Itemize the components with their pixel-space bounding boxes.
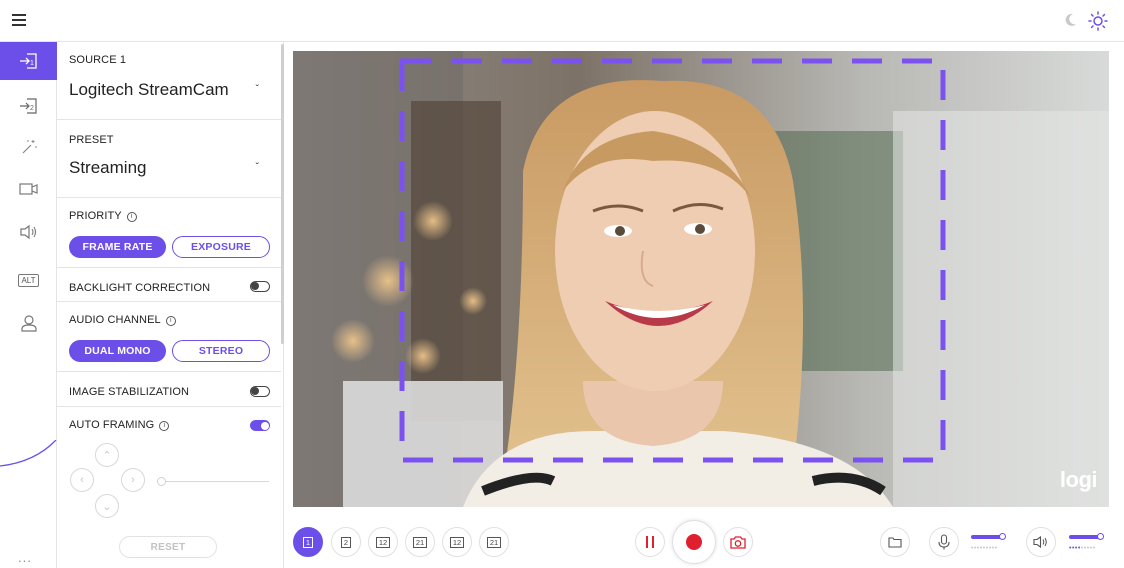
layout-glyph: 21 bbox=[412, 536, 428, 548]
microphone-button[interactable] bbox=[929, 527, 959, 557]
mic-volume-handle[interactable] bbox=[999, 533, 1006, 540]
speaker-level-meter: ••••••••• bbox=[1069, 545, 1096, 552]
priority-label: PRIORITY i bbox=[69, 210, 137, 222]
speaker-icon bbox=[1033, 535, 1047, 549]
stabilization-row: IMAGE STABILIZATION bbox=[57, 372, 281, 407]
svg-text:2: 2 bbox=[30, 105, 34, 112]
layout-glyph: 12 bbox=[449, 536, 465, 548]
camera-icon bbox=[18, 183, 38, 195]
source-1-icon: 1 bbox=[19, 53, 37, 69]
more-menu-icon[interactable]: ... bbox=[18, 550, 38, 565]
auto-framing-toggle[interactable] bbox=[250, 420, 270, 431]
rail-item-account[interactable] bbox=[0, 304, 57, 342]
pause-button[interactable] bbox=[635, 527, 665, 557]
zoom-slider-track[interactable] bbox=[157, 481, 269, 482]
user-icon bbox=[20, 315, 37, 332]
backlight-toggle[interactable] bbox=[250, 281, 270, 292]
logi-watermark: logi bbox=[1059, 467, 1098, 492]
dual-mono-button[interactable]: DUAL MONO bbox=[69, 340, 166, 362]
info-icon[interactable]: i bbox=[126, 212, 137, 222]
folder-icon bbox=[888, 537, 902, 548]
preset-label: PRESET bbox=[69, 134, 114, 146]
moon-icon[interactable] bbox=[1064, 12, 1078, 28]
panel-scrollbar[interactable] bbox=[281, 44, 284, 344]
open-folder-button[interactable] bbox=[880, 527, 910, 557]
settings-panel: SOURCE 1 Logitech StreamCam ˇ PRESET Str… bbox=[57, 42, 284, 568]
record-button[interactable] bbox=[672, 520, 716, 564]
microphone-icon bbox=[938, 534, 950, 550]
zoom-slider-handle[interactable] bbox=[157, 477, 166, 486]
effects-wand-icon bbox=[22, 140, 36, 154]
auto-framing-guide bbox=[399, 58, 946, 463]
info-icon[interactable]: i bbox=[159, 421, 170, 431]
camera-snapshot-icon bbox=[730, 536, 746, 549]
source-select[interactable]: SOURCE 1 Logitech StreamCam ˇ bbox=[57, 42, 281, 120]
mic-level-meter: ••••••••• bbox=[971, 545, 998, 552]
layout-glyph: 2 bbox=[340, 536, 352, 548]
stabilization-toggle[interactable] bbox=[250, 386, 270, 397]
backlight-label: BACKLIGHT CORRECTION bbox=[69, 282, 211, 294]
rail-item-effects[interactable] bbox=[0, 128, 57, 166]
layout-single-2-button[interactable]: 2 bbox=[331, 527, 361, 557]
bottom-toolbar: 1 2 12 21 12 21 ••••••••• ••••••••• bbox=[284, 515, 1124, 568]
record-icon bbox=[686, 534, 702, 550]
pause-icon bbox=[646, 536, 654, 548]
preset-select[interactable]: PRESET Streaming ˇ bbox=[57, 120, 281, 198]
speaker-volume-handle[interactable] bbox=[1097, 533, 1104, 540]
auto-framing-label: AUTO FRAMING i bbox=[69, 419, 170, 431]
sun-icon[interactable] bbox=[1088, 11, 1108, 31]
stereo-button[interactable]: STEREO bbox=[172, 340, 270, 362]
alt-icon: ALT bbox=[18, 273, 39, 287]
pan-up-button[interactable]: ⌃ bbox=[95, 443, 119, 467]
audio-channel-section: AUDIO CHANNEL i DUAL MONO STEREO bbox=[57, 302, 281, 372]
chevron-down-icon: ˇ bbox=[255, 162, 259, 173]
layout-glyph: 12 bbox=[375, 536, 391, 548]
callout-line bbox=[0, 440, 57, 467]
snapshot-button[interactable] bbox=[723, 527, 753, 557]
layout-pip-12-button[interactable]: 12 bbox=[368, 527, 398, 557]
pan-down-button[interactable]: ⌄ bbox=[95, 494, 119, 518]
layout-pip-21-button[interactable]: 21 bbox=[405, 527, 435, 557]
camera-preview: logi bbox=[293, 51, 1109, 507]
stabilization-label: IMAGE STABILIZATION bbox=[69, 386, 190, 398]
app-window: 1 2 ALT ... SOURCE 1 Logitech StreamCam … bbox=[0, 0, 1124, 568]
speaker-icon bbox=[19, 224, 36, 240]
chevron-down-icon: ˇ bbox=[255, 84, 259, 95]
rail-item-source-2[interactable]: 2 bbox=[0, 87, 57, 125]
speaker-button[interactable] bbox=[1026, 527, 1056, 557]
layout-single-1-button[interactable]: 1 bbox=[293, 527, 323, 557]
audio-channel-label: AUDIO CHANNEL i bbox=[69, 314, 176, 326]
info-icon[interactable]: i bbox=[165, 316, 176, 326]
rail-item-camera[interactable] bbox=[0, 170, 57, 208]
rail-item-source-1[interactable]: 1 bbox=[0, 42, 57, 80]
preset-value: Streaming bbox=[69, 158, 147, 177]
layout-glyph: 1 bbox=[302, 536, 314, 548]
rail-item-audio[interactable] bbox=[0, 213, 57, 251]
pan-right-button[interactable]: › bbox=[121, 468, 145, 492]
top-bar bbox=[0, 0, 1124, 42]
exposure-button[interactable]: EXPOSURE bbox=[172, 236, 270, 258]
rail-item-alt[interactable]: ALT bbox=[0, 261, 57, 299]
layout-split-12-button[interactable]: 12 bbox=[442, 527, 472, 557]
pan-left-button[interactable]: ‹ bbox=[70, 468, 94, 492]
priority-section: PRIORITY i FRAME RATE EXPOSURE bbox=[57, 198, 281, 268]
hamburger-menu-icon[interactable] bbox=[12, 14, 26, 26]
reset-button[interactable]: RESET bbox=[119, 536, 217, 558]
frame-rate-button[interactable]: FRAME RATE bbox=[69, 236, 166, 258]
source-2-icon: 2 bbox=[19, 98, 37, 114]
backlight-row: BACKLIGHT CORRECTION bbox=[57, 268, 281, 302]
svg-text:1: 1 bbox=[30, 60, 34, 67]
source-label: SOURCE 1 bbox=[69, 54, 127, 66]
layout-glyph: 21 bbox=[486, 536, 502, 548]
source-value: Logitech StreamCam bbox=[69, 80, 229, 99]
layout-split-21-button[interactable]: 21 bbox=[479, 527, 509, 557]
